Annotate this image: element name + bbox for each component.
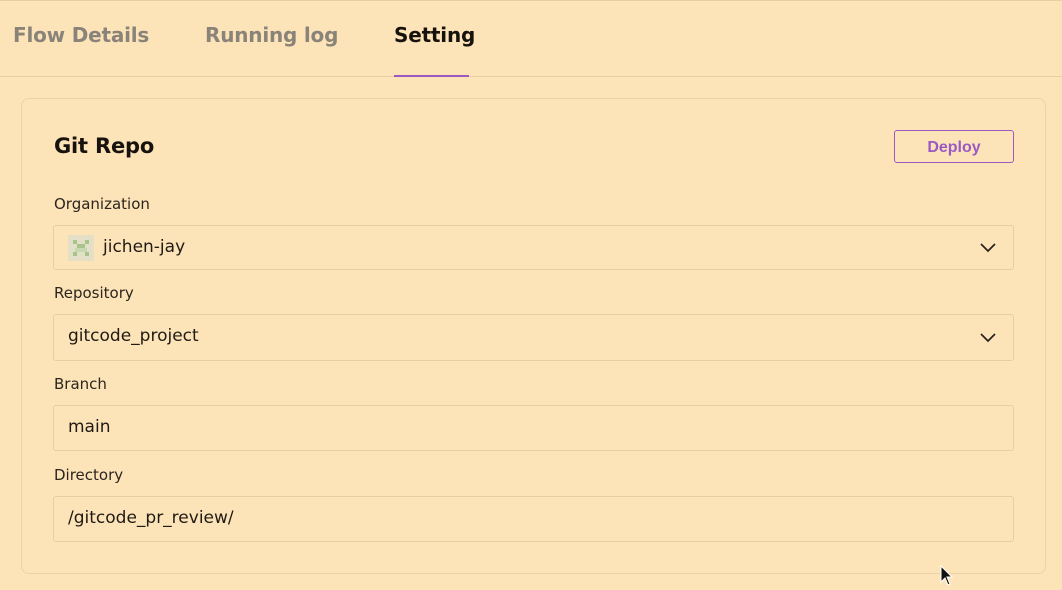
active-tab-indicator (394, 75, 469, 77)
tab-setting[interactable]: Setting (394, 23, 475, 47)
organization-label: Organization (54, 195, 150, 213)
repository-select[interactable]: gitcode_project (53, 314, 1014, 361)
mouse-cursor-icon (940, 565, 954, 586)
chevron-down-icon[interactable] (979, 239, 997, 257)
tab-running-log[interactable]: Running log (205, 23, 338, 47)
directory-input[interactable]: /gitcode_pr_review/ (53, 496, 1014, 542)
deploy-button[interactable]: Deploy (894, 130, 1014, 163)
branch-value: main (68, 417, 111, 437)
tab-flow-details[interactable]: Flow Details (13, 23, 149, 47)
directory-value: /gitcode_pr_review/ (68, 508, 234, 528)
repository-value: gitcode_project (68, 326, 199, 346)
branch-input[interactable]: main (53, 405, 1014, 451)
directory-label: Directory (54, 466, 124, 484)
organization-value: jichen-jay (103, 237, 186, 257)
git-repo-card: Git Repo Deploy Organization jichen-jay … (21, 98, 1046, 574)
card-title: Git Repo (54, 134, 155, 158)
chevron-down-icon[interactable] (979, 329, 997, 347)
pixel-avatar-icon (68, 235, 94, 261)
organization-select[interactable]: jichen-jay (53, 225, 1014, 270)
branch-label: Branch (54, 375, 107, 393)
tab-bar: Flow Details Running log Setting (0, 0, 1062, 77)
repository-label: Repository (54, 284, 134, 302)
